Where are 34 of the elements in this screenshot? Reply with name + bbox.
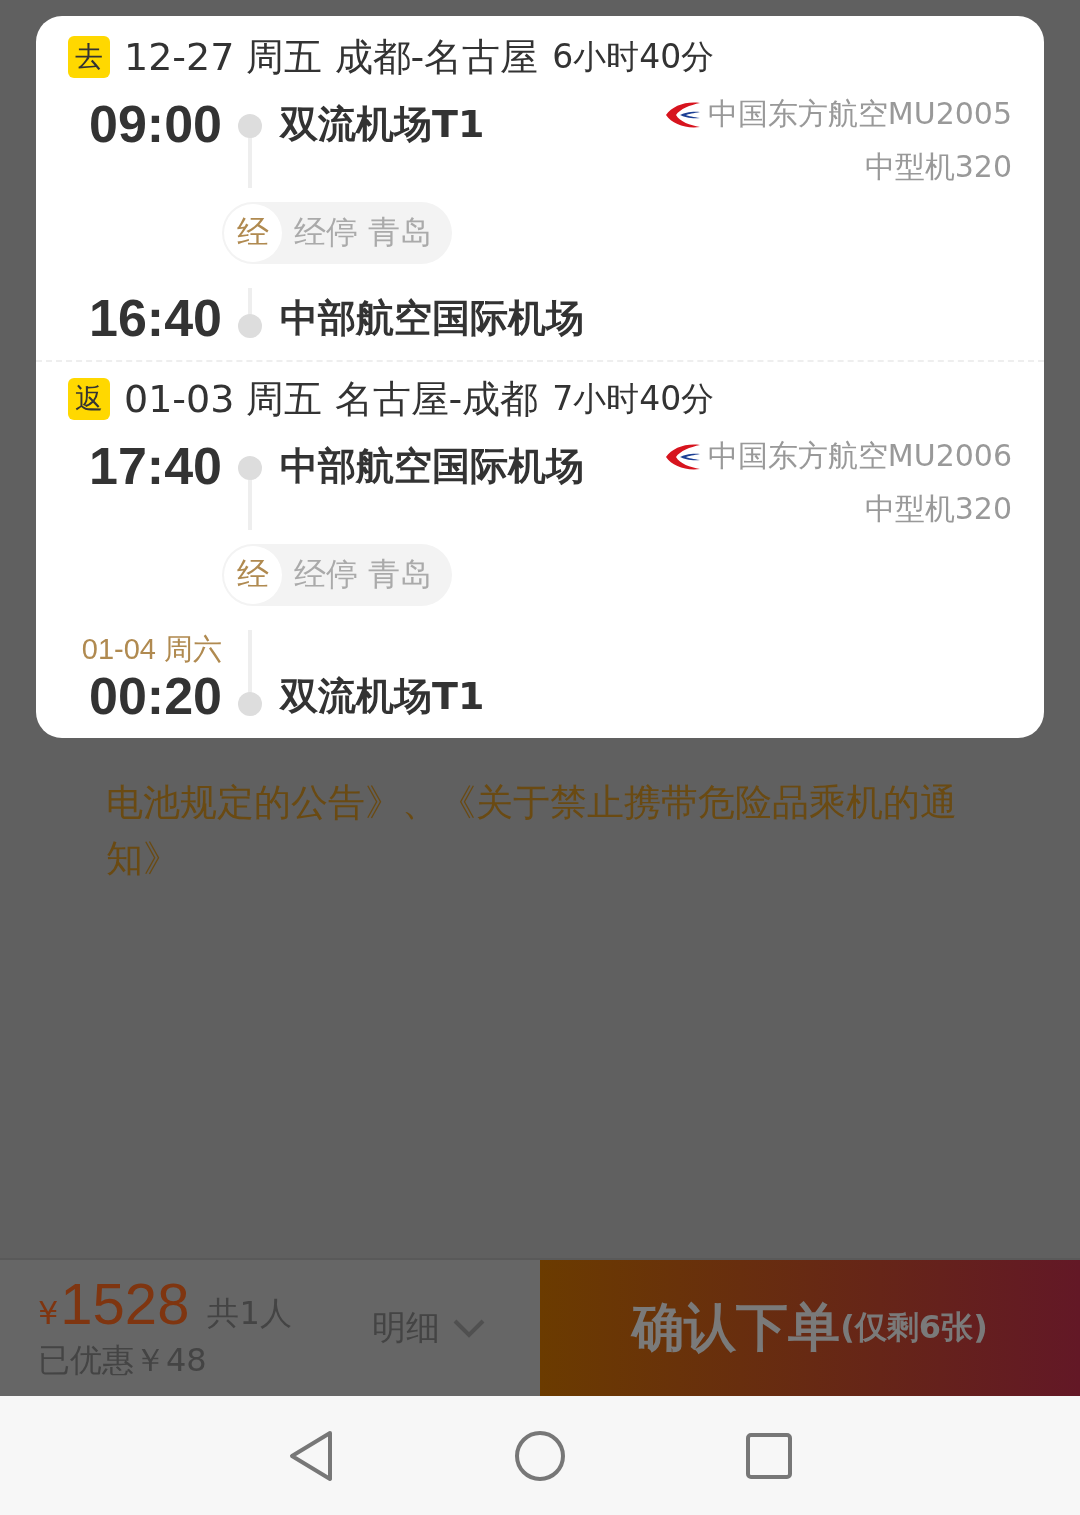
total-price: 1528 [60, 1276, 190, 1331]
flight-date-route: 12-27 周五 成都-名古屋 [124, 33, 539, 81]
arrival-time: 16:40 [89, 288, 222, 348]
recent-apps-icon[interactable] [746, 1432, 792, 1479]
departure-airport: 中部航空国际机场 [280, 443, 584, 490]
airline-flight-number: 中国东方航空MU2006 [707, 437, 1012, 475]
aircraft-type: 中型机320 [864, 148, 1012, 186]
arrival-airport: 中部航空国际机场 [280, 295, 584, 342]
stopover-city: 经停 青岛 [294, 554, 433, 595]
departure-time: 17:40 [89, 436, 222, 496]
arrival-time: 00:20 [89, 666, 222, 726]
timeline-dot [238, 456, 262, 480]
airline-flight-number: 中国东方航空MU2005 [707, 95, 1012, 133]
timeline-dot [238, 114, 262, 138]
notice-link[interactable]: 电池规定的公告》、《关于禁止携带危险品乘机的通知》 [106, 775, 1010, 887]
home-icon[interactable] [514, 1429, 566, 1482]
currency-symbol: ¥ [38, 1292, 59, 1334]
back-icon[interactable] [288, 1429, 334, 1482]
trip-direction-badge: 去 [68, 36, 110, 78]
arrival-date: 01-04 周六 [81, 632, 222, 667]
stopover-badge: 经 [224, 546, 282, 604]
timeline-dot [238, 314, 262, 338]
flight-duration: 6小时40分 [552, 35, 715, 78]
arrival-airport: 双流机场T1 [280, 673, 485, 720]
departure-airport: 双流机场T1 [280, 101, 485, 148]
aircraft-type: 中型机320 [864, 490, 1012, 528]
departure-time: 09:00 [89, 94, 222, 154]
trip-direction-badge: 返 [68, 378, 110, 420]
timeline-dot [238, 692, 262, 716]
stopover-city: 经停 青岛 [294, 212, 433, 253]
flight-date-route: 01-03 周五 名古屋-成都 [124, 375, 539, 423]
stopover-badge: 经 [224, 204, 282, 262]
confirm-order-button[interactable]: 确认下单(仅剩6张) [540, 1260, 1080, 1396]
flight-duration: 7小时40分 [552, 377, 715, 420]
